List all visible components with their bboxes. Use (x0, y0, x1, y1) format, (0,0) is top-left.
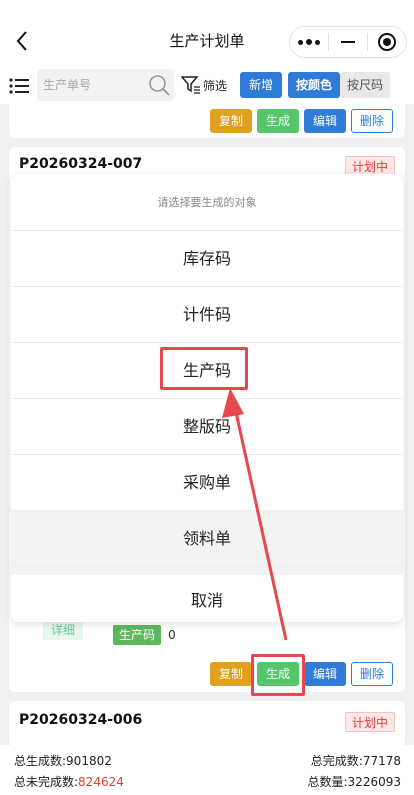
sheet-cancel-button[interactable]: 取消 (11, 575, 403, 622)
list-menu-icon[interactable] (9, 78, 29, 94)
sheet-item-purchase-order[interactable]: 采购单 (11, 455, 403, 511)
sheet-item-material-requisition[interactable]: 领料单 (11, 511, 403, 567)
filter-icon (181, 76, 200, 94)
close-target-icon[interactable] (368, 27, 406, 57)
search-box (37, 69, 174, 101)
generate-action-sheet: 请选择要生成的对象 库存码 计件码 生产码 整版码 采购单 领料单 取消 (11, 174, 403, 622)
filter-button[interactable]: 筛选 (181, 76, 227, 94)
search-icon[interactable] (148, 74, 170, 96)
detail-button[interactable]: 详细 (43, 620, 83, 640)
status-badge: 计划中 (345, 712, 395, 732)
new-button[interactable]: 新增 (240, 72, 282, 98)
total-quantity: 总数量:3226093 (307, 775, 402, 789)
mini-program-capsule (289, 26, 407, 58)
order-card: 复制 生成 编辑 删除 (9, 104, 405, 138)
status-badge: 计划中 (345, 156, 395, 176)
search-input[interactable] (43, 69, 143, 101)
by-size-tab[interactable]: 按尺码 (340, 72, 390, 98)
total-completed: 总完成数:77178 (310, 754, 401, 768)
production-code-count: 0 (168, 628, 176, 642)
copy-button[interactable]: 复制 (210, 662, 252, 686)
order-card: P20260324-006 计划中 (9, 701, 405, 747)
copy-button[interactable]: 复制 (210, 109, 252, 133)
minimize-icon[interactable] (329, 27, 367, 57)
production-code-tag: 生产码 (113, 625, 161, 645)
delete-button[interactable]: 删除 (351, 662, 393, 686)
summary-footer: 总生成数:901802 总完成数:77178 总未完成数:824624 总数量:… (0, 745, 414, 795)
more-dots-icon[interactable] (290, 27, 328, 57)
sheet-item-inventory-code[interactable]: 库存码 (11, 231, 403, 287)
sheet-title: 请选择要生成的对象 (11, 174, 403, 231)
edit-button[interactable]: 编辑 (304, 662, 346, 686)
delete-button[interactable]: 删除 (351, 109, 393, 133)
total-incomplete: 总未完成数:824624 (14, 773, 124, 790)
generate-button[interactable]: 生成 (257, 109, 299, 133)
highlight-production-code (160, 347, 248, 390)
order-number: P20260324-006 (19, 712, 143, 728)
edit-button[interactable]: 编辑 (304, 109, 346, 133)
total-incomplete-value: 824624 (78, 775, 124, 789)
sheet-item-piece-code[interactable]: 计件码 (11, 287, 403, 343)
highlight-generate-button (251, 654, 305, 696)
total-incomplete-label: 总未完成数: (14, 775, 79, 789)
filter-label: 筛选 (203, 78, 228, 93)
total-generated: 总生成数:901802 (14, 754, 112, 768)
toolbar: 筛选 新增 按颜色 按尺码 (0, 66, 414, 104)
by-color-tab[interactable]: 按颜色 (288, 72, 340, 98)
sheet-item-full-board-code[interactable]: 整版码 (11, 399, 403, 455)
order-number: P20260324-007 (19, 156, 143, 172)
